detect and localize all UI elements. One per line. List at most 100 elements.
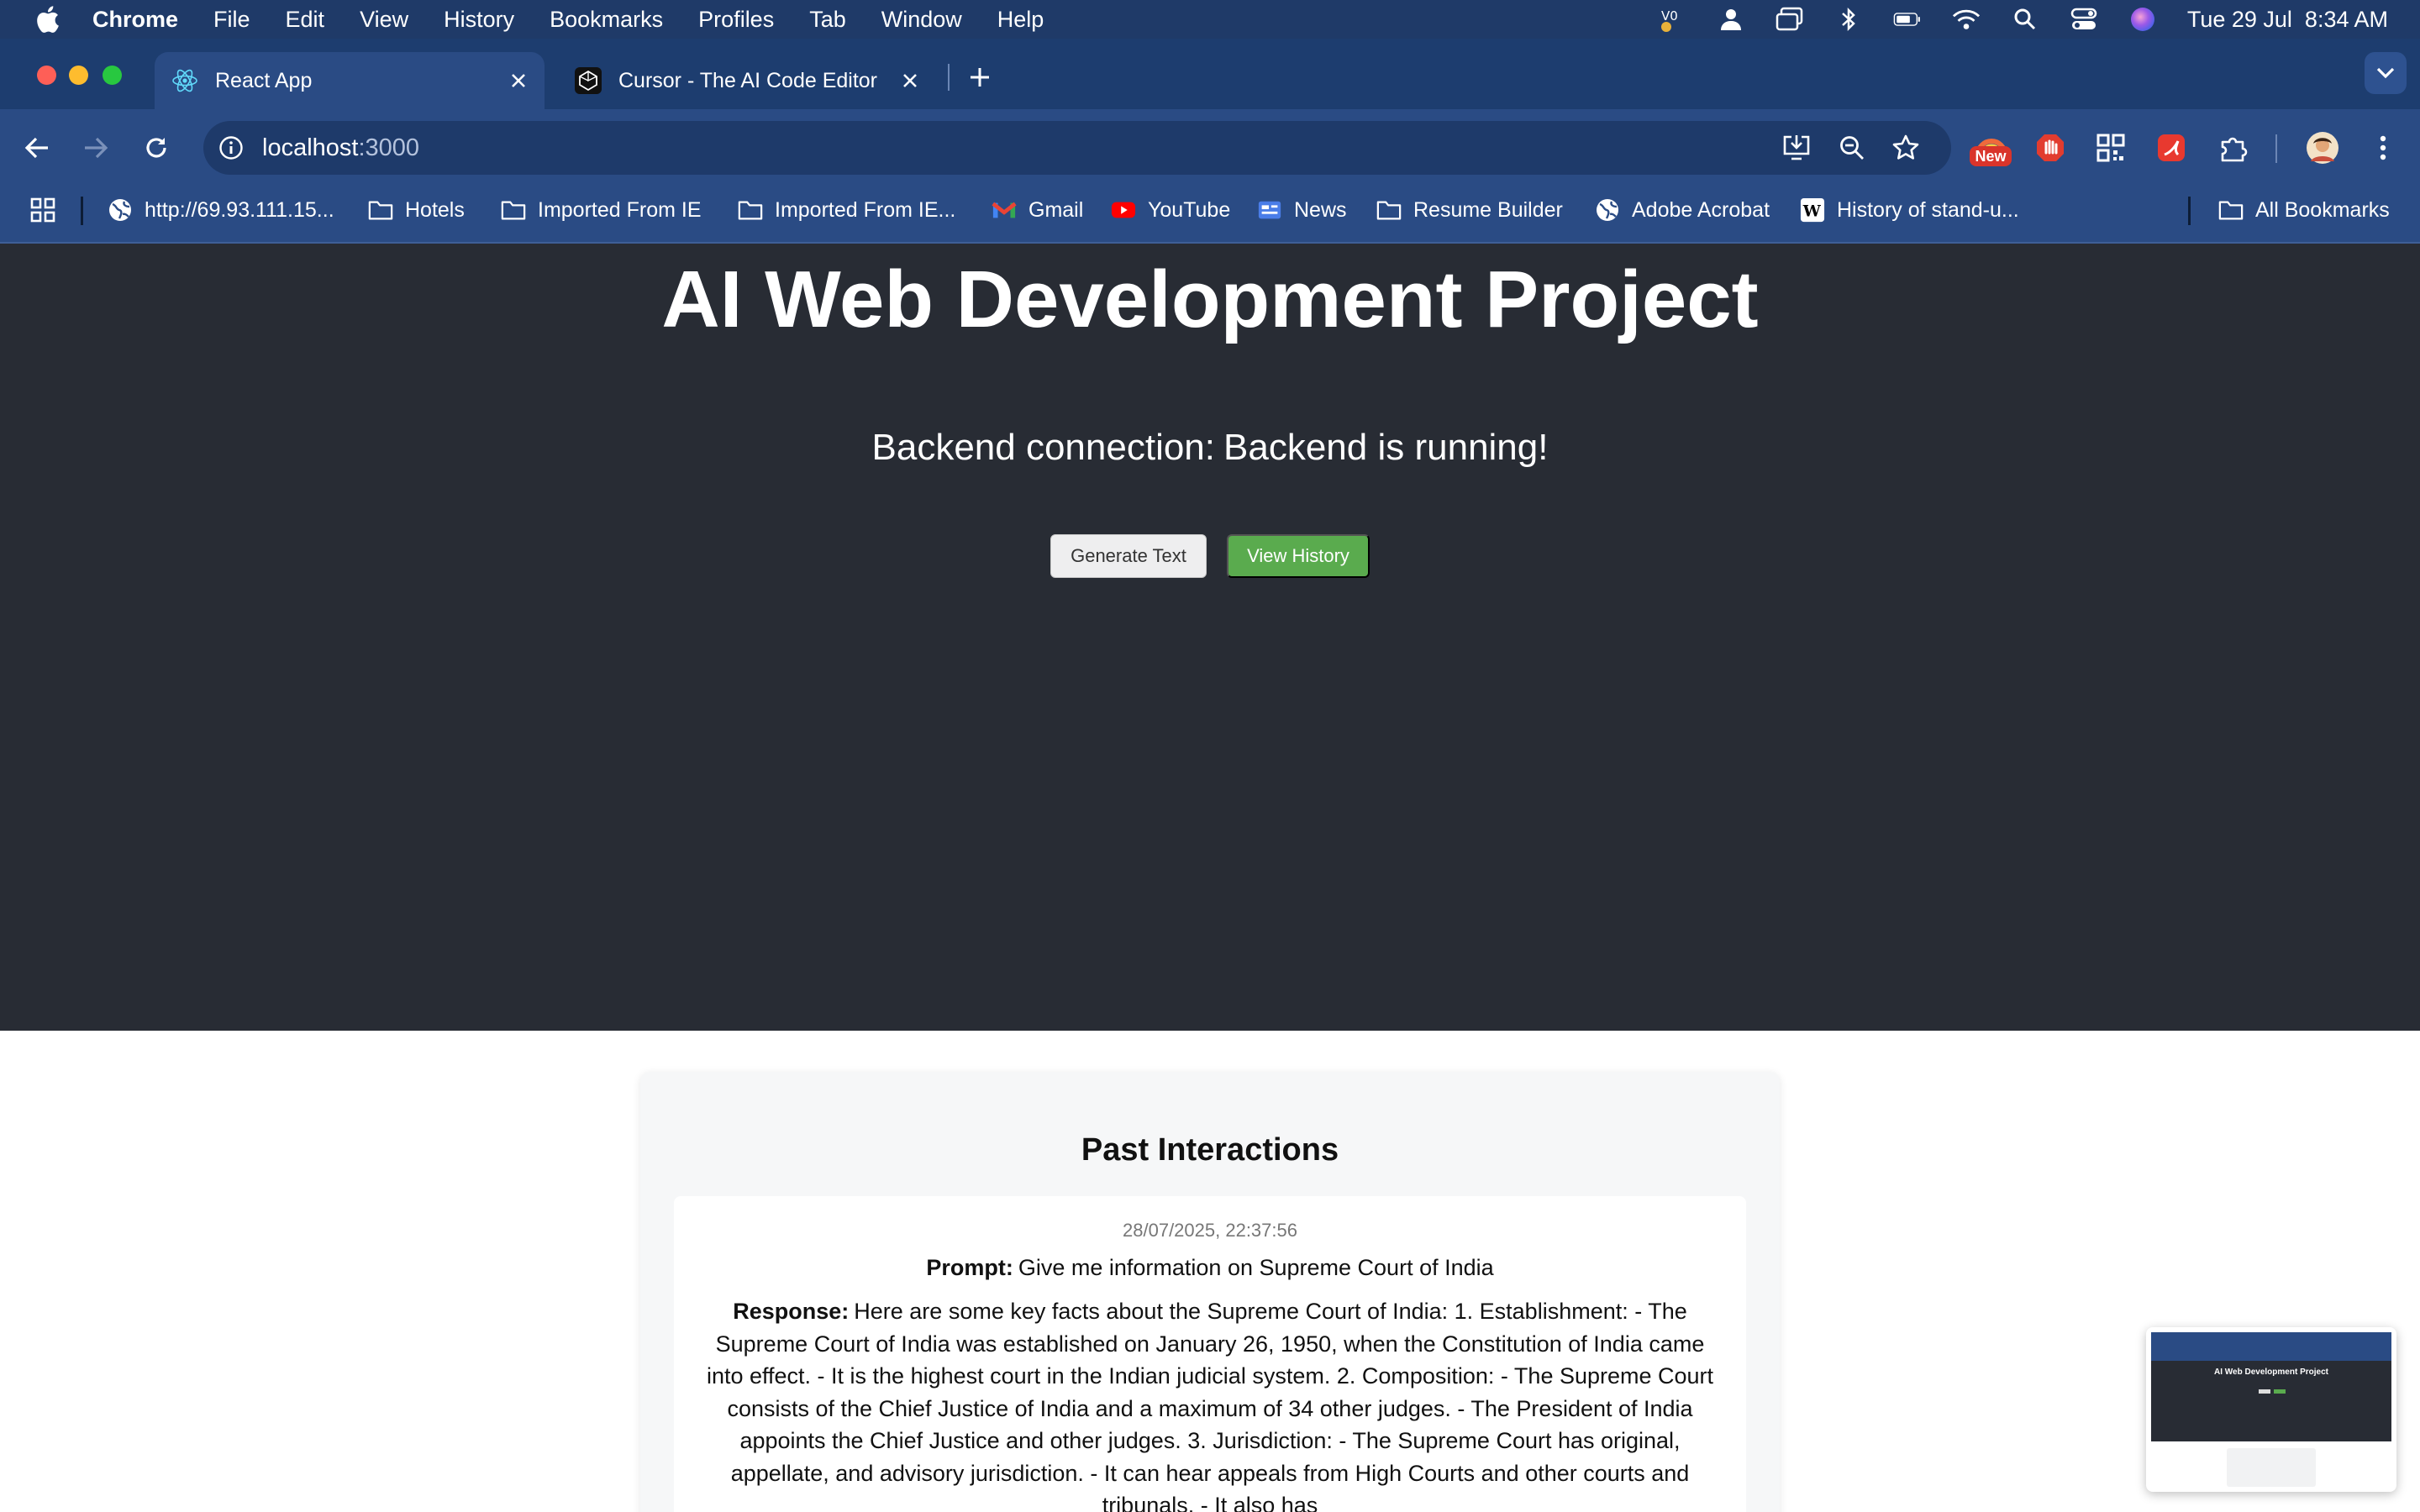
- wifi-icon[interactable]: [1952, 5, 1981, 34]
- address-bar[interactable]: localhost:3000: [203, 121, 1951, 175]
- menu-tab[interactable]: Tab: [809, 7, 846, 33]
- menu-bookmarks[interactable]: Bookmarks: [550, 7, 663, 33]
- folder-icon: [2218, 197, 2244, 223]
- entry-timestamp: 28/07/2025, 22:37:56: [1123, 1220, 1297, 1241]
- bookmark-hotels[interactable]: Hotels: [368, 192, 465, 228]
- menu-file[interactable]: File: [213, 7, 250, 33]
- bookmark-history-of-standup[interactable]: W History of stand-u...: [1800, 192, 2019, 228]
- bookmark-resume-builder[interactable]: Resume Builder: [1376, 192, 1563, 228]
- history-panel: Past Interactions 28/07/2025, 22:37:56 P…: [640, 1072, 1780, 1512]
- macos-menu-bar: Chrome File Edit View History Bookmarks …: [0, 0, 2420, 39]
- menu-edit[interactable]: Edit: [286, 7, 325, 33]
- bookmark-label: History of stand-u...: [1837, 197, 2019, 222]
- cursor-icon: [575, 67, 602, 94]
- history-entry: 28/07/2025, 22:37:56 Prompt: Give me info…: [674, 1196, 1746, 1512]
- pdf-extension-icon[interactable]: [2153, 129, 2190, 166]
- bookmark-imported-from-ie[interactable]: Imported From IE: [501, 192, 702, 228]
- adblock-extension-icon[interactable]: [2032, 129, 2069, 166]
- extensions-puzzle-icon[interactable]: [2215, 129, 2252, 166]
- battery-icon[interactable]: [1893, 5, 1922, 34]
- control-center-icon[interactable]: [2070, 5, 2098, 34]
- thumbnail-generate-button: [2259, 1389, 2270, 1394]
- folder-icon: [368, 197, 393, 223]
- globe-icon: [1595, 197, 1620, 223]
- bookmark-label: Resume Builder: [1413, 197, 1563, 222]
- menu-status-area: V0 Tue 29 Jul 8:34 AM: [1658, 0, 2388, 39]
- menu-app-name[interactable]: Chrome: [92, 7, 178, 33]
- bookmark-imported-from-ie-2[interactable]: Imported From IE...: [738, 192, 955, 228]
- entry-response: Response: Here are some key facts about t…: [697, 1295, 1723, 1512]
- site-info-icon[interactable]: [217, 134, 245, 162]
- all-bookmarks[interactable]: All Bookmarks: [2218, 192, 2390, 228]
- tab-cursor[interactable]: Cursor - The AI Code Editor: [558, 52, 936, 109]
- profile-avatar[interactable]: [2304, 129, 2341, 166]
- svg-text:W: W: [1802, 202, 1822, 221]
- tab-react-app[interactable]: React App: [155, 52, 544, 109]
- wikipedia-icon: W: [1800, 197, 1825, 223]
- bookmark-label: http://69.93.111.15...: [145, 197, 334, 222]
- bookmark-adobe-acrobat[interactable]: Adobe Acrobat: [1595, 192, 1770, 228]
- bluetooth-icon[interactable]: [1834, 5, 1863, 34]
- screen-mirroring-icon[interactable]: [1776, 5, 1804, 34]
- tab-search-chevron-icon[interactable]: [2365, 52, 2407, 94]
- menu-profiles[interactable]: Profiles: [698, 7, 774, 33]
- thumbnail-history-panel: [2227, 1448, 2316, 1487]
- user-icon[interactable]: [1717, 5, 1745, 34]
- forward-arrow-icon[interactable]: [77, 129, 114, 166]
- react-icon: [171, 67, 198, 94]
- window-minimize-button[interactable]: [69, 66, 88, 85]
- menu-clock[interactable]: Tue 29 Jul 8:34 AM: [2187, 7, 2388, 33]
- zoom-icon[interactable]: [1835, 131, 1869, 165]
- window-zoom-button[interactable]: [103, 66, 122, 85]
- toolbar-separator: [2275, 134, 2277, 163]
- prompt-label: Prompt:: [926, 1255, 1013, 1280]
- apple-icon[interactable]: [32, 4, 62, 34]
- url-text[interactable]: localhost:3000: [262, 134, 419, 162]
- url-port: :3000: [358, 134, 420, 161]
- qr-code-extension-icon[interactable]: [2092, 129, 2129, 166]
- generate-text-button[interactable]: Generate Text: [1050, 534, 1207, 578]
- reload-icon[interactable]: [138, 129, 175, 166]
- siri-icon[interactable]: [2128, 5, 2157, 34]
- view-history-button[interactable]: View History: [1227, 534, 1370, 578]
- folder-icon: [501, 197, 526, 223]
- bookmarks-separator: [81, 197, 83, 225]
- bookmark-label: Imported From IE...: [775, 197, 956, 222]
- thumbnail-history-button: [2274, 1389, 2286, 1394]
- thumbnail-browser-chrome: [2151, 1332, 2391, 1361]
- bookmark-star-icon[interactable]: [1889, 131, 1923, 165]
- bookmark-news[interactable]: News: [1257, 192, 1347, 228]
- gmail-icon: [992, 197, 1017, 223]
- app-header: AI Web Development Project Backend conne…: [0, 244, 2420, 1031]
- folder-icon: [1376, 197, 1402, 223]
- prompt-text: Give me information on Supreme Court of …: [1018, 1255, 1494, 1280]
- folder-icon: [738, 197, 763, 223]
- all-bookmarks-label: All Bookmarks: [2255, 197, 2390, 222]
- bookmark-gmail[interactable]: Gmail: [992, 192, 1083, 228]
- bookmark-label: Hotels: [405, 197, 465, 222]
- close-tab-icon[interactable]: [897, 68, 923, 93]
- screenshot-thumbnail[interactable]: AI Web Development Project: [2146, 1327, 2396, 1492]
- menu-view[interactable]: View: [360, 7, 408, 33]
- close-tab-icon[interactable]: [506, 68, 531, 93]
- globe-icon: [108, 197, 133, 223]
- menu-history[interactable]: History: [444, 7, 514, 33]
- bookmark-label: Imported From IE: [538, 197, 702, 222]
- bookmark-label: Gmail: [1028, 197, 1084, 222]
- bookmarks-separator: [2188, 197, 2191, 225]
- spotlight-search-icon[interactable]: [2011, 5, 2039, 34]
- bookmark-youtube[interactable]: YouTube: [1111, 192, 1230, 228]
- back-arrow-icon[interactable]: [18, 129, 55, 166]
- menu-help[interactable]: Help: [997, 7, 1044, 33]
- install-app-icon[interactable]: [1780, 131, 1813, 165]
- response-text: Here are some key facts about the Suprem…: [706, 1299, 1714, 1512]
- menu-window[interactable]: Window: [881, 7, 962, 33]
- tab-title: Cursor - The AI Code Editor: [618, 68, 878, 92]
- bookmark-ip-link[interactable]: http://69.93.111.15...: [108, 192, 334, 228]
- browser-menu-dots-icon[interactable]: [2365, 129, 2402, 166]
- apps-grid-icon[interactable]: [30, 192, 55, 228]
- window-close-button[interactable]: [37, 66, 56, 85]
- status-app-icon[interactable]: V0: [1658, 5, 1686, 34]
- url-host: localhost: [262, 134, 359, 161]
- new-tab-plus-icon[interactable]: [963, 60, 997, 94]
